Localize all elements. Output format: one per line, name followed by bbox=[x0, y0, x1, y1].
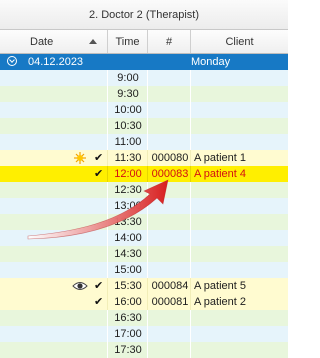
group-date: 04.12.2023 bbox=[28, 56, 84, 68]
check-icon: ✔ bbox=[94, 152, 104, 164]
table-row-selected[interactable]: ✔ 12:00 000083 A patient 4 bbox=[0, 166, 288, 182]
time-cell: 16:30 bbox=[114, 312, 142, 324]
table-row[interactable]: 15:00 bbox=[0, 262, 288, 278]
time-cell: 12:30 bbox=[114, 184, 142, 196]
grid-line bbox=[190, 214, 191, 230]
table-row[interactable]: 9:00 bbox=[0, 70, 288, 86]
group-row-date[interactable]: 04.12.2023 Monday bbox=[0, 54, 288, 70]
column-header-time-label: Time bbox=[115, 35, 140, 48]
table-row[interactable]: ✔ 16:00 000081 A patient 2 bbox=[0, 294, 288, 310]
table-row[interactable]: 17:30 bbox=[0, 342, 288, 358]
time-cell: 13:30 bbox=[114, 216, 142, 228]
eye-icon bbox=[72, 280, 88, 292]
table-row[interactable]: 9:30 bbox=[0, 86, 288, 102]
time-cell: 15:00 bbox=[114, 264, 142, 276]
time-cell: 10:00 bbox=[114, 104, 142, 116]
time-cell: 14:30 bbox=[114, 248, 142, 260]
table-row[interactable]: ✔ 11:30 000080 A patient 1 bbox=[0, 150, 288, 166]
time-cell: 16:00 bbox=[114, 296, 142, 308]
grid-line bbox=[190, 326, 191, 342]
client-cell: A patient 4 bbox=[194, 168, 246, 180]
time-cell: 12:00 bbox=[114, 168, 142, 180]
grid-line bbox=[190, 310, 191, 326]
grid-line bbox=[190, 134, 191, 150]
grid-line bbox=[190, 342, 191, 358]
table-row[interactable]: 17:00 bbox=[0, 326, 288, 342]
table-row[interactable]: ✔ 15:30 000084 A patient 5 bbox=[0, 278, 288, 294]
grid-line bbox=[190, 230, 191, 246]
window-title: 2. Doctor 2 (Therapist) bbox=[0, 0, 288, 30]
grid-line bbox=[190, 118, 191, 134]
collapse-group-icon[interactable] bbox=[7, 56, 17, 66]
column-header-client-label: Client bbox=[225, 35, 254, 48]
grid-line bbox=[190, 102, 191, 118]
column-header-number-label: # bbox=[165, 35, 173, 48]
group-day: Monday bbox=[191, 56, 231, 68]
column-header-number[interactable]: # bbox=[148, 30, 191, 53]
appointment-grid: 04.12.2023 Monday 9:00 9:30 10:00 10:30 11:0… bbox=[0, 54, 288, 358]
time-cell: 14:00 bbox=[114, 232, 142, 244]
sun-icon bbox=[72, 152, 88, 164]
client-cell: A patient 2 bbox=[194, 296, 246, 308]
column-header-time[interactable]: Time bbox=[108, 30, 148, 53]
table-row[interactable]: 13:30 bbox=[0, 214, 288, 230]
grid-line bbox=[190, 262, 191, 278]
time-cell: 9:00 bbox=[117, 72, 139, 84]
time-cell: 17:00 bbox=[114, 328, 142, 340]
table-row[interactable]: 16:30 bbox=[0, 310, 288, 326]
table-row[interactable]: 10:30 bbox=[0, 118, 288, 134]
table-row[interactable]: 11:00 bbox=[0, 134, 288, 150]
grid-line bbox=[190, 86, 191, 102]
number-cell: 000081 bbox=[151, 296, 189, 308]
column-header-row: Date Time # Client bbox=[0, 30, 288, 54]
check-icon: ✔ bbox=[94, 168, 104, 180]
check-icon: ✔ bbox=[94, 280, 104, 292]
time-cell: 10:30 bbox=[114, 120, 142, 132]
table-row[interactable]: 14:30 bbox=[0, 246, 288, 262]
time-cell: 11:30 bbox=[114, 152, 142, 164]
grid-line bbox=[190, 246, 191, 262]
number-cell: 000083 bbox=[151, 168, 189, 180]
sort-ascending-icon bbox=[89, 39, 97, 44]
number-cell: 000080 bbox=[151, 152, 189, 164]
grid-line bbox=[190, 198, 191, 214]
table-row[interactable]: 14:00 bbox=[0, 230, 288, 246]
time-cell: 9:30 bbox=[117, 88, 139, 100]
column-header-date-label: Date bbox=[30, 35, 54, 48]
table-row[interactable]: 13:00 bbox=[0, 198, 288, 214]
grid-line bbox=[190, 182, 191, 198]
grid-line bbox=[190, 70, 191, 86]
column-header-client[interactable]: Client bbox=[191, 30, 288, 53]
time-cell: 17:30 bbox=[114, 344, 142, 356]
time-cell: 11:00 bbox=[114, 136, 142, 148]
table-row[interactable]: 10:00 bbox=[0, 102, 288, 118]
number-cell: 000084 bbox=[151, 280, 189, 292]
table-row[interactable]: 12:30 bbox=[0, 182, 288, 198]
time-cell: 13:00 bbox=[114, 200, 142, 212]
client-cell: A patient 1 bbox=[194, 152, 246, 164]
time-cell: 15:30 bbox=[114, 280, 142, 292]
check-icon: ✔ bbox=[94, 296, 104, 308]
client-cell: A patient 5 bbox=[194, 280, 246, 292]
column-header-date[interactable]: Date bbox=[0, 30, 108, 53]
